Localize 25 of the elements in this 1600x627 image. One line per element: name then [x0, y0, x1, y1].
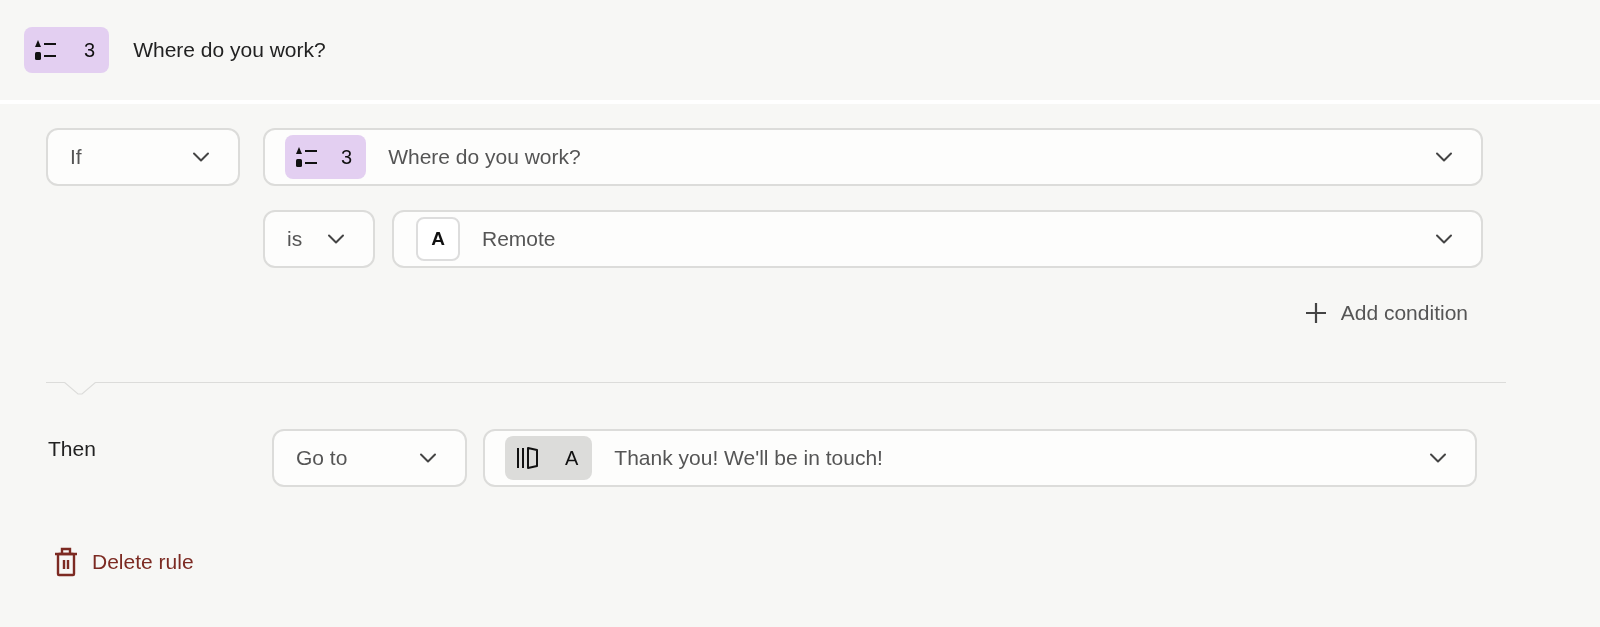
plus-icon	[1304, 302, 1327, 324]
list-icon	[34, 39, 58, 61]
ending-letter: A	[565, 446, 579, 470]
trash-icon	[54, 547, 78, 577]
chevron-icon	[327, 234, 345, 244]
comparator-dropdown[interactable]: is	[263, 210, 375, 268]
question-number: 3	[84, 38, 96, 62]
operator-dropdown[interactable]: If	[46, 128, 240, 186]
chevron-icon	[1435, 152, 1453, 162]
add-condition-button[interactable]: Add condition	[1304, 301, 1468, 325]
panel-icon	[515, 445, 541, 471]
then-label: Then	[48, 437, 97, 461]
list-icon	[295, 146, 319, 168]
delete-rule-button[interactable]: Delete rule	[54, 547, 194, 577]
chevron-icon	[192, 152, 210, 162]
chevron-icon	[1429, 453, 1447, 463]
answer-dropdown[interactable]: A Remote	[392, 210, 1483, 268]
chevron-icon	[419, 453, 437, 463]
question-title: Where do you work?	[133, 38, 326, 62]
chevron-icon	[1435, 234, 1453, 244]
question-dropdown[interactable]: 3 Where do you work?	[263, 128, 1483, 186]
choice-key: A	[416, 217, 460, 261]
destination-dropdown[interactable]: A Thank you! We'll be in touch!	[483, 429, 1477, 487]
question-number: 3	[341, 145, 353, 169]
action-dropdown[interactable]: Go to	[272, 429, 467, 487]
